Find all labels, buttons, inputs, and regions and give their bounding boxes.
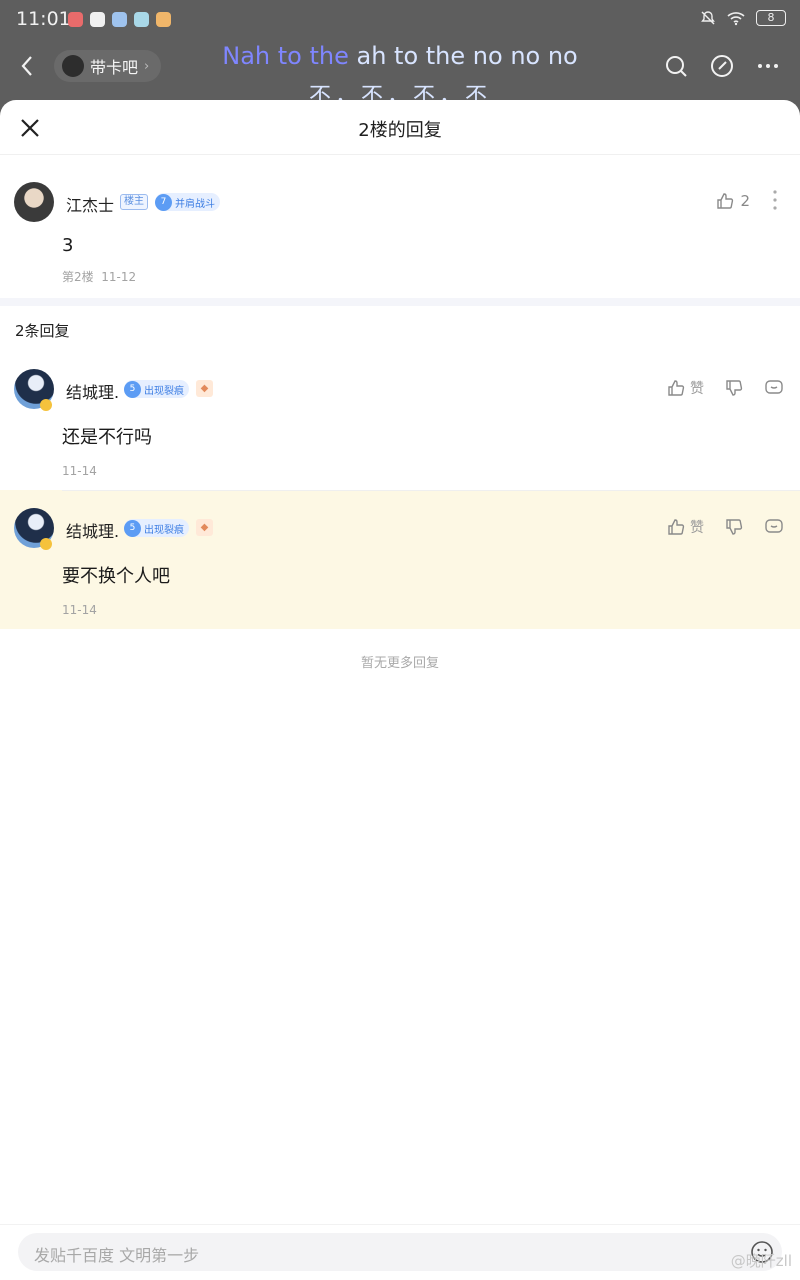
level-title: 出现裂痕	[144, 385, 184, 397]
status-bar: 11:01 8	[0, 0, 800, 40]
app-notification-icon	[68, 12, 83, 27]
watermark: @晚阡zll	[730, 1252, 792, 1270]
level-number: 7	[155, 193, 172, 211]
comment-button[interactable]	[764, 517, 784, 537]
avatar[interactable]	[14, 182, 54, 222]
author-name[interactable]: 江杰士	[66, 192, 114, 216]
lyric-rest: ah to the no no no	[348, 42, 578, 70]
post-date: 11-12	[101, 270, 137, 284]
thumbs-down-icon	[726, 519, 743, 535]
section-divider	[0, 298, 800, 306]
app-notification-icon	[112, 12, 127, 27]
like-button[interactable]: 2	[715, 191, 750, 211]
level-badge: 5 出现裂痕	[124, 519, 189, 537]
like-label: 赞	[690, 381, 704, 397]
thumbs-up-icon	[717, 193, 734, 209]
divider	[62, 490, 800, 491]
level-number: 5	[124, 380, 141, 398]
lyric-highlight: Nah to the	[222, 42, 349, 70]
thumbs-up-icon	[668, 380, 685, 396]
dislike-button[interactable]	[724, 517, 744, 537]
level-number: 5	[124, 519, 141, 537]
level-badge: 7 并肩战斗	[155, 193, 220, 211]
like-label: 赞	[690, 520, 704, 536]
like-button[interactable]: 赞	[666, 517, 704, 537]
reply-item: 结城理. 5 出现裂痕 ◆ 赞 还是不行吗 11-14	[0, 351, 800, 490]
reply-count: 2条回复	[15, 322, 70, 340]
no-more-replies: 暂无更多回复	[360, 656, 439, 671]
post-meta: 第2楼 11-12	[62, 268, 136, 285]
notification-icons	[68, 12, 171, 27]
author-name[interactable]: 结城理.	[66, 379, 119, 403]
lyric-line-1: Nah to the ah to the no no no	[0, 42, 800, 70]
op-badge: 楼主	[120, 194, 148, 210]
mute-icon	[701, 11, 715, 25]
reply-content: 还是不行吗	[62, 427, 152, 448]
reply-sheet: 2楼的回复 江杰士 楼主 7 并肩战斗 2 3 第2楼 11-12 2条回复 结…	[0, 100, 800, 1280]
status-right: 8	[700, 10, 786, 26]
more-vertical-icon[interactable]	[772, 189, 778, 211]
floor-number: 第2楼	[62, 270, 94, 284]
level-title: 出现裂痕	[144, 524, 184, 536]
thumbs-down-icon	[726, 380, 743, 396]
post-content: 3	[62, 235, 74, 256]
comment-icon	[765, 519, 783, 533]
reply-actions: 赞	[646, 517, 784, 537]
sheet-header: 2楼的回复	[0, 100, 800, 155]
reply-input[interactable]: 发贴千百度 文明第一步	[18, 1233, 782, 1271]
like-count: 2	[740, 192, 750, 210]
reply-date: 11-14	[62, 603, 97, 617]
wifi-icon	[727, 12, 745, 26]
reply-item-highlighted: 结城理. 5 出现裂痕 ◆ 赞 要不换个人吧 11-14	[0, 490, 800, 629]
reply-input-placeholder: 发贴千百度 文明第一步	[34, 1246, 200, 1265]
gift-badge-icon: ◆	[196, 519, 213, 536]
reply-content: 要不换个人吧	[62, 566, 170, 587]
vip-badge	[40, 399, 52, 411]
like-button[interactable]: 赞	[666, 378, 704, 398]
app-notification-icon	[134, 12, 149, 27]
level-badge: 5 出现裂痕	[124, 380, 189, 398]
main-post: 江杰士 楼主 7 并肩战斗 2 3 第2楼 11-12	[0, 155, 800, 298]
thumbs-up-icon	[668, 519, 685, 535]
battery-icon: 8	[756, 10, 786, 26]
reply-date: 11-14	[62, 464, 97, 478]
vip-badge	[40, 538, 52, 550]
author-name[interactable]: 结城理.	[66, 518, 119, 542]
reply-actions: 赞	[646, 378, 784, 398]
comment-icon	[765, 380, 783, 394]
level-title: 并肩战斗	[175, 198, 215, 210]
status-time: 11:01	[16, 8, 71, 30]
comment-button[interactable]	[764, 378, 784, 398]
app-notification-icon	[90, 12, 105, 27]
app-notification-icon	[156, 12, 171, 27]
gift-badge-icon: ◆	[196, 380, 213, 397]
sheet-title: 2楼的回复	[358, 120, 442, 141]
dislike-button[interactable]	[724, 378, 744, 398]
compose-bar: 发贴千百度 文明第一步	[0, 1224, 800, 1280]
